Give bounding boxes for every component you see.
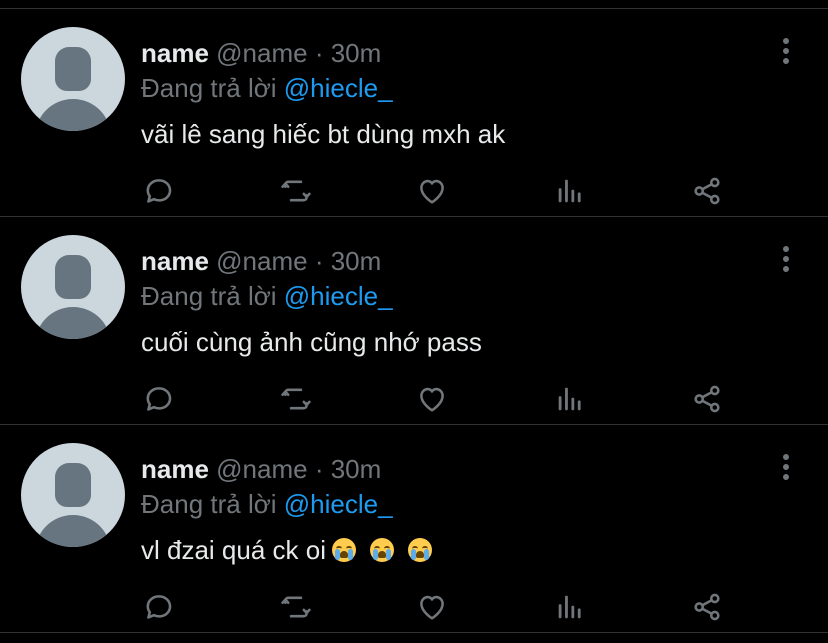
avatar-head-shape: [55, 463, 91, 507]
user-handle[interactable]: @name: [216, 454, 307, 484]
more-options-icon[interactable]: [772, 31, 800, 71]
tweet-text-content: vãi lê sang hiếc bt dùng mxh ak: [141, 119, 506, 149]
loudly-crying-face-icon: [407, 538, 432, 562]
replying-to-label: Đang trả lời: [141, 281, 284, 311]
timestamp[interactable]: 30m: [331, 454, 382, 484]
replying-to-label: Đang trả lời: [141, 489, 284, 519]
like-icon: [420, 387, 444, 412]
retweet-icon: [281, 388, 311, 410]
more-dot: [783, 266, 789, 272]
tweet[interactable]: name @name · 30m Đang trả lời @hiecle_ v…: [0, 425, 828, 633]
more-dot: [783, 454, 789, 460]
share-button[interactable]: [685, 585, 729, 629]
mention-link[interactable]: @hiecle_: [284, 489, 393, 519]
replying-to: Đang trả lời @hiecle_: [141, 71, 393, 105]
reply-button[interactable]: [137, 585, 181, 629]
reply-button[interactable]: [137, 377, 181, 421]
retweet-icon: [281, 596, 311, 618]
tweet-actions: [0, 169, 828, 217]
avatar[interactable]: [21, 235, 125, 339]
more-dot: [783, 256, 789, 262]
tweet-actions: [0, 585, 828, 633]
timestamp[interactable]: 30m: [331, 38, 382, 68]
like-button[interactable]: [410, 377, 454, 421]
tweet-text-content: vl đzai quá ck oi: [141, 535, 326, 565]
tweet-emojis: [326, 535, 432, 565]
reply-icon: [146, 179, 172, 203]
share-button[interactable]: [685, 377, 729, 421]
display-name[interactable]: name: [141, 454, 209, 484]
replying-to-label: Đang trả lời: [141, 73, 284, 103]
analytics-button[interactable]: [548, 377, 592, 421]
mention-link[interactable]: @hiecle_: [284, 73, 393, 103]
mention-link[interactable]: @hiecle_: [284, 281, 393, 311]
retweet-button[interactable]: [274, 585, 318, 629]
user-handle[interactable]: @name: [216, 38, 307, 68]
meta-separator: ·: [307, 454, 331, 484]
tweet-header: name @name · 30m: [141, 452, 381, 486]
more-options-icon[interactable]: [772, 239, 800, 279]
analytics-icon: [558, 595, 581, 619]
analytics-button[interactable]: [548, 585, 592, 629]
analytics-icon: [558, 179, 581, 203]
analytics-icon: [558, 387, 581, 411]
more-dot: [783, 246, 789, 252]
tweet-header: name @name · 30m: [141, 36, 381, 70]
share-icon: [694, 593, 720, 621]
meta-separator: ·: [307, 246, 331, 276]
more-dot: [783, 464, 789, 470]
tweet[interactable]: name @name · 30m Đang trả lời @hiecle_ v…: [0, 9, 828, 217]
avatar-body-shape: [35, 307, 111, 339]
like-button[interactable]: [410, 169, 454, 213]
retweet-icon: [281, 180, 311, 202]
display-name[interactable]: name: [141, 38, 209, 68]
avatar-body-shape: [35, 99, 111, 131]
avatar-body-shape: [35, 515, 111, 547]
tweet-text: vl đzai quá ck oi: [141, 533, 432, 567]
retweet-button[interactable]: [274, 377, 318, 421]
retweet-button[interactable]: [274, 169, 318, 213]
more-dot: [783, 38, 789, 44]
loudly-crying-face-icon: [369, 538, 394, 562]
tweet-actions: [0, 377, 828, 425]
avatar[interactable]: [21, 443, 125, 547]
display-name[interactable]: name: [141, 246, 209, 276]
avatar[interactable]: [21, 27, 125, 131]
meta-separator: ·: [307, 38, 331, 68]
replying-to: Đang trả lời @hiecle_: [141, 487, 393, 521]
reply-button[interactable]: [137, 169, 181, 213]
tweet-text: cuối cùng ảnh cũng nhớ pass: [141, 325, 482, 359]
timestamp[interactable]: 30m: [331, 246, 382, 276]
reply-icon: [146, 387, 172, 411]
like-icon: [420, 595, 444, 620]
tweet-header: name @name · 30m: [141, 244, 381, 278]
replying-to: Đang trả lời @hiecle_: [141, 279, 393, 313]
reply-icon: [146, 595, 172, 619]
tweet-divider: [0, 632, 828, 633]
share-button[interactable]: [685, 169, 729, 213]
tweet-text-content: cuối cùng ảnh cũng nhớ pass: [141, 327, 482, 357]
like-icon: [420, 179, 444, 204]
share-icon: [694, 385, 720, 413]
avatar-head-shape: [55, 255, 91, 299]
avatar-head-shape: [55, 47, 91, 91]
user-handle[interactable]: @name: [216, 246, 307, 276]
share-icon: [694, 177, 720, 205]
tweet[interactable]: name @name · 30m Đang trả lời @hiecle_ c…: [0, 217, 828, 425]
more-options-icon[interactable]: [772, 447, 800, 487]
more-dot: [783, 48, 789, 54]
like-button[interactable]: [410, 585, 454, 629]
analytics-button[interactable]: [548, 169, 592, 213]
more-dot: [783, 58, 789, 64]
loudly-crying-face-icon: [331, 538, 356, 562]
tweet-text: vãi lê sang hiếc bt dùng mxh ak: [141, 117, 505, 151]
more-dot: [783, 474, 789, 480]
